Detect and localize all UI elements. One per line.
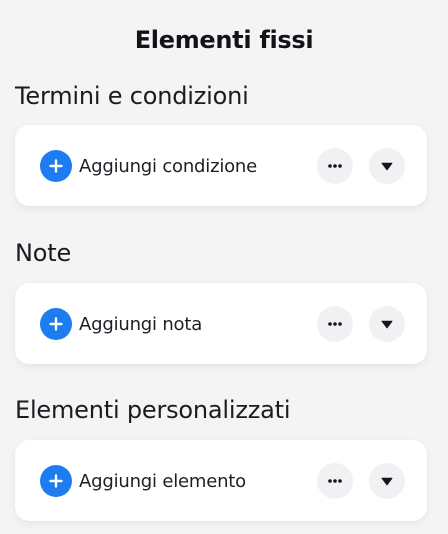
plus-circle-icon — [40, 150, 72, 182]
card-note: Aggiungi nota — [15, 283, 427, 364]
expand-toggle-button[interactable] — [369, 463, 405, 499]
caret-down-icon — [381, 477, 393, 485]
more-options-button[interactable] — [317, 148, 353, 184]
add-note-button[interactable]: Aggiungi nota — [40, 307, 202, 341]
add-condition-label: Aggiungi condizione — [79, 155, 258, 177]
card-elementi-personalizzati: Aggiungi elemento — [15, 440, 427, 521]
plus-circle-icon — [40, 465, 72, 497]
more-horizontal-icon — [328, 322, 342, 326]
more-options-button[interactable] — [317, 463, 353, 499]
section-title-note: Note — [15, 239, 72, 267]
section-title-elementi-personalizzati: Elementi personalizzati — [15, 396, 291, 424]
plus-circle-icon — [40, 308, 72, 340]
panel-title: Elementi fissi — [134, 26, 314, 54]
add-element-button[interactable]: Aggiungi elemento — [40, 464, 246, 498]
more-horizontal-icon — [328, 479, 342, 483]
section-title-termini: Termini e condizioni — [15, 82, 249, 110]
more-horizontal-icon — [328, 164, 342, 168]
caret-down-icon — [381, 162, 393, 170]
add-note-label: Aggiungi nota — [79, 313, 203, 335]
expand-toggle-button[interactable] — [369, 148, 405, 184]
caret-down-icon — [381, 320, 393, 328]
expand-toggle-button[interactable] — [369, 306, 405, 342]
add-condition-button[interactable]: Aggiungi condizione — [40, 149, 257, 183]
more-options-button[interactable] — [317, 306, 353, 342]
add-element-label: Aggiungi elemento — [79, 470, 246, 492]
card-termini: Aggiungi condizione — [15, 125, 427, 206]
